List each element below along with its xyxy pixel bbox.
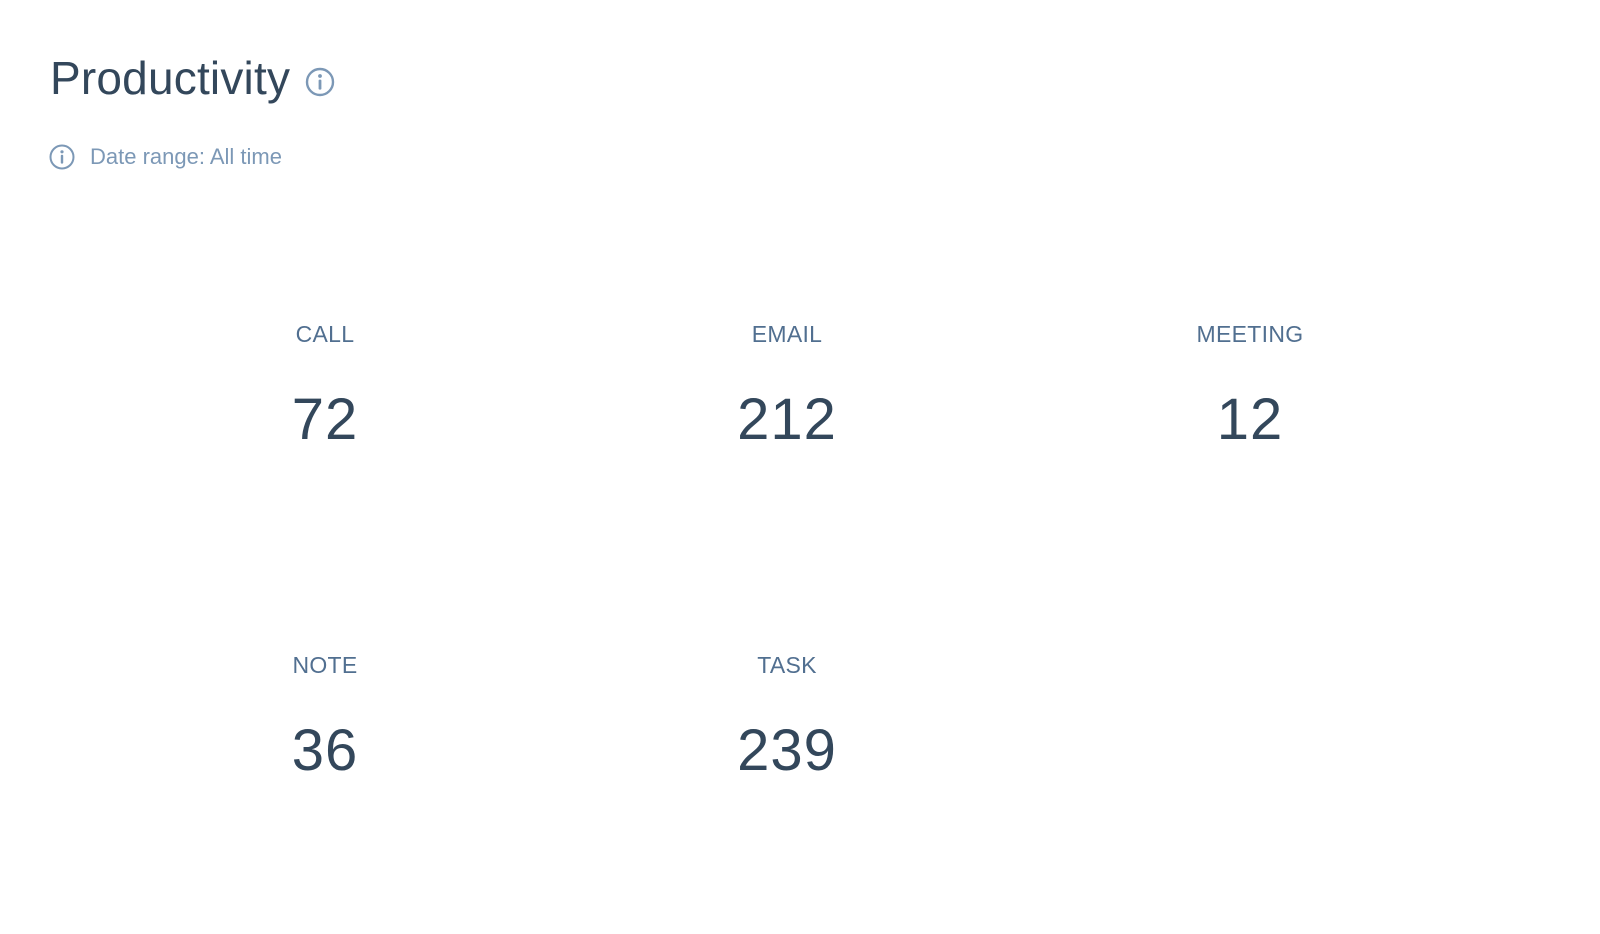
stat-meeting: MEETING 12	[1100, 319, 1400, 455]
page-title: Productivity	[50, 52, 291, 104]
stat-value: 72	[291, 387, 359, 452]
date-range-note: Date range: All time	[48, 142, 282, 172]
stat-value: 12	[1216, 387, 1284, 452]
card-header: Productivity	[50, 46, 336, 110]
productivity-card: Productivity Date range: All time CALL 7…	[0, 0, 1600, 934]
stat-value: 239	[737, 718, 837, 783]
info-icon	[48, 143, 76, 171]
stat-task: TASK 239	[637, 650, 937, 786]
stat-label: MEETING	[1196, 321, 1304, 347]
stat-value: 36	[291, 718, 359, 783]
info-icon[interactable]	[304, 66, 336, 98]
stat-email: EMAIL 212	[637, 319, 937, 455]
stat-value: 212	[737, 387, 837, 452]
stat-label: CALL	[295, 321, 355, 347]
stat-label: NOTE	[292, 652, 358, 678]
stat-label: TASK	[757, 652, 817, 678]
stat-note: NOTE 36	[175, 650, 475, 786]
date-range-label: Date range: All time	[90, 144, 282, 169]
stat-call: CALL 72	[175, 319, 475, 455]
stat-label: EMAIL	[751, 321, 823, 347]
